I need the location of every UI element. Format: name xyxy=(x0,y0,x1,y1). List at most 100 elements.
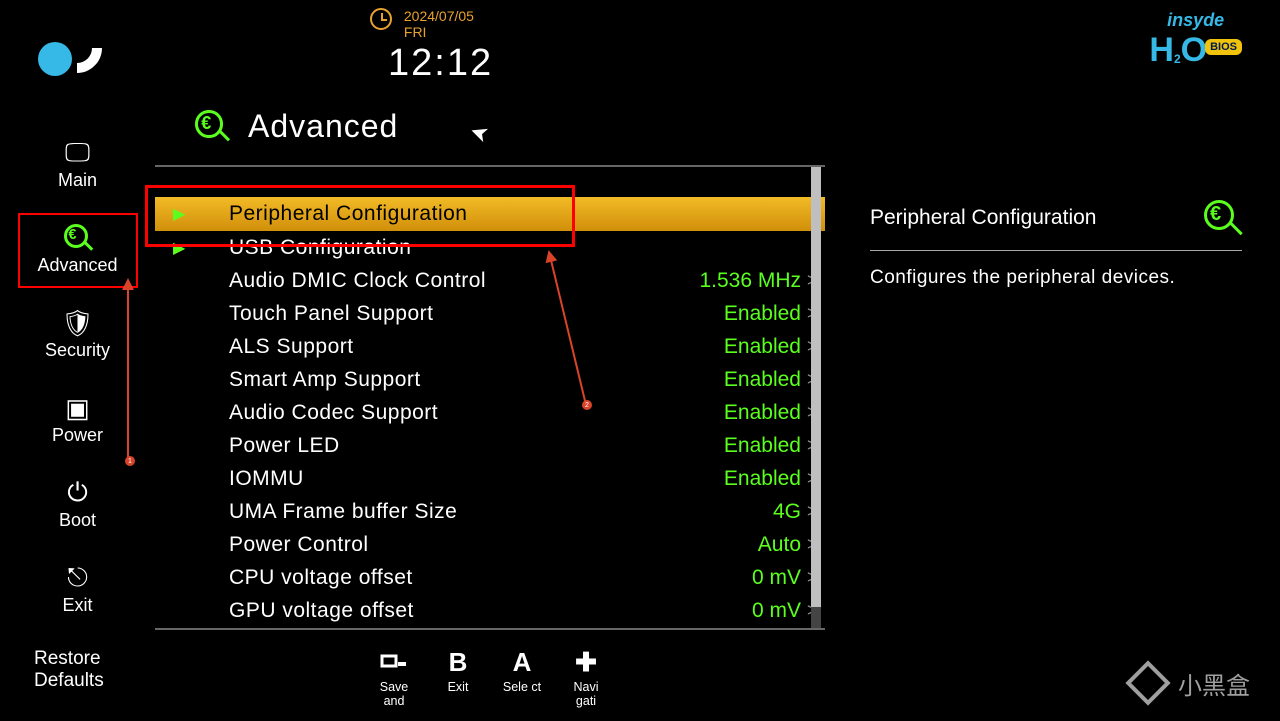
key-hint-label: Exit xyxy=(448,681,469,695)
day-text: FRI xyxy=(404,24,474,40)
key-hint-label: Navi gati xyxy=(562,681,610,709)
help-body: Configures the peripheral devices. xyxy=(870,267,1242,289)
settings-list: ▶ Peripheral Configuration ▶ USB Configu… xyxy=(155,165,825,630)
restore-defaults-label: Restore Defaults xyxy=(34,648,104,691)
settings-row[interactable]: Smart Amp Support Enabled > xyxy=(155,363,825,396)
settings-row[interactable]: CPU voltage offset 0 mV > xyxy=(155,561,825,594)
setting-value: Enabled xyxy=(647,368,807,392)
setting-value: Enabled xyxy=(647,434,807,458)
sidebar-item-label: Security xyxy=(45,340,110,361)
setting-label: IOMMU xyxy=(229,467,647,491)
settings-row[interactable]: IOMMU Enabled > xyxy=(155,462,825,495)
page-title: Advanced xyxy=(248,108,398,145)
setting-value: Enabled xyxy=(647,467,807,491)
plus-glyph-icon: ✚ xyxy=(575,647,597,677)
b-glyph-icon: B xyxy=(449,647,468,677)
save-glyph-icon xyxy=(380,647,408,677)
restore-defaults[interactable]: Restore Defaults xyxy=(34,648,104,692)
vendor-o: O xyxy=(1181,31,1207,70)
key-hint-save[interactable]: Save and xyxy=(370,647,418,709)
setting-label: Power Control xyxy=(229,533,647,557)
setting-label: Touch Panel Support xyxy=(229,302,647,326)
vendor-line1: insyde xyxy=(1149,10,1242,31)
settings-row[interactable]: ALS Support Enabled > xyxy=(155,330,825,363)
footer-key-hints: Save and B Exit A Sele ct ✚ Navi gati xyxy=(155,643,825,721)
vendor-sub: 2 xyxy=(1174,52,1181,66)
brand-logo xyxy=(38,18,108,80)
magnifier-icon: € xyxy=(1202,198,1242,238)
setting-value: 0 mV xyxy=(647,599,807,623)
sidebar-item-boot[interactable]: ⏻ Boot xyxy=(18,468,138,543)
settings-row[interactable]: Audio Codec Support Enabled > xyxy=(155,396,825,429)
sidebar-item-security[interactable]: 🛡 Security xyxy=(18,298,138,373)
date-time-block: 2024/07/05 FRI 12:12 xyxy=(370,8,493,85)
setting-value: 0 mV xyxy=(647,566,807,590)
power-icon: ⏻ xyxy=(67,476,88,510)
magnifier-icon: € xyxy=(194,109,230,145)
key-hint-label: Sele ct xyxy=(503,681,541,695)
sidebar-item-label: Exit xyxy=(62,595,92,616)
sidebar-item-main[interactable]: 🖵 Main xyxy=(18,128,138,203)
submenu-arrow-icon: ▶ xyxy=(173,204,229,224)
vendor-logo: insyde H 2 O BIOS xyxy=(1149,10,1242,70)
setting-label: CPU voltage offset xyxy=(229,566,647,590)
settings-row[interactable]: GPU voltage offset 0 mV > xyxy=(155,594,825,627)
help-title: Peripheral Configuration xyxy=(870,206,1096,230)
vendor-h: H xyxy=(1149,31,1174,70)
settings-row[interactable]: Audio DMIC Clock Control 1.536 MHz > xyxy=(155,264,825,297)
key-hint-exit[interactable]: B Exit xyxy=(434,647,482,695)
page-title-row: € Advanced xyxy=(194,108,398,145)
submenu-arrow-icon: ▶ xyxy=(173,238,229,258)
sidebar-item-label: Main xyxy=(58,170,97,191)
date-text: 2024/07/05 xyxy=(404,8,474,24)
settings-row[interactable]: Power Control Auto > xyxy=(155,528,825,561)
setting-label: Power LED xyxy=(229,434,647,458)
scrollbar-thumb[interactable] xyxy=(811,167,821,607)
setting-label: UMA Frame buffer Size xyxy=(229,500,647,524)
time-text: 12:12 xyxy=(388,42,493,85)
setting-label: Smart Amp Support xyxy=(229,368,647,392)
sidebar: 🖵 Main € Advanced 🛡 Security ▣ Power ⏻ B… xyxy=(0,128,155,638)
settings-row[interactable]: UMA Frame buffer Size 4G > xyxy=(155,495,825,528)
settings-row[interactable]: ▶ USB Configuration xyxy=(155,231,825,264)
key-hint-label: Save and xyxy=(370,681,418,709)
setting-label: GPU voltage offset xyxy=(229,599,647,623)
settings-row[interactable]: Touch Panel Support Enabled > xyxy=(155,297,825,330)
a-glyph-icon: A xyxy=(513,647,532,677)
exit-icon: ⎋ xyxy=(67,561,88,595)
sidebar-item-power[interactable]: ▣ Power xyxy=(18,383,138,458)
watermark-text: 小黑盒 xyxy=(1178,666,1250,701)
setting-value: 4G xyxy=(647,500,807,524)
clock-icon xyxy=(370,8,392,30)
bios-badge: BIOS xyxy=(1205,39,1242,55)
sidebar-item-advanced[interactable]: € Advanced xyxy=(18,213,138,288)
watermark: 小黑盒 xyxy=(1128,663,1250,703)
setting-label: Peripheral Configuration xyxy=(229,202,647,226)
top-bar: 2024/07/05 FRI 12:12 insyde H 2 O BIOS xyxy=(0,0,1280,95)
setting-value: Enabled xyxy=(647,335,807,359)
sidebar-item-label: Power xyxy=(52,425,103,446)
setting-label: Audio DMIC Clock Control xyxy=(229,269,647,293)
sidebar-item-exit[interactable]: ⎋ Exit xyxy=(18,553,138,628)
settings-row[interactable]: ▶ Peripheral Configuration xyxy=(155,197,825,231)
setting-label: USB Configuration xyxy=(229,236,647,260)
setting-label: Audio Codec Support xyxy=(229,401,647,425)
battery-icon: ▣ xyxy=(65,391,90,425)
key-hint-navigate[interactable]: ✚ Navi gati xyxy=(562,647,610,709)
setting-value: Auto xyxy=(647,533,807,557)
scrollbar-track[interactable] xyxy=(811,165,821,630)
setting-value: Enabled xyxy=(647,302,807,326)
sidebar-item-label: Boot xyxy=(59,510,96,531)
mouse-cursor-icon: ➤ xyxy=(466,118,492,149)
magnifier-icon: € xyxy=(63,221,93,255)
watermark-icon xyxy=(1128,663,1168,703)
help-panel: Peripheral Configuration € Configures th… xyxy=(870,198,1242,289)
shield-icon: 🛡 xyxy=(61,306,94,340)
key-hint-select[interactable]: A Sele ct xyxy=(498,647,546,695)
setting-value: Enabled xyxy=(647,401,807,425)
setting-label: ALS Support xyxy=(229,335,647,359)
monitor-icon: 🖵 xyxy=(65,136,90,170)
settings-row[interactable]: Power LED Enabled > xyxy=(155,429,825,462)
setting-value: 1.536 MHz xyxy=(647,269,807,293)
sidebar-item-label: Advanced xyxy=(37,255,117,276)
